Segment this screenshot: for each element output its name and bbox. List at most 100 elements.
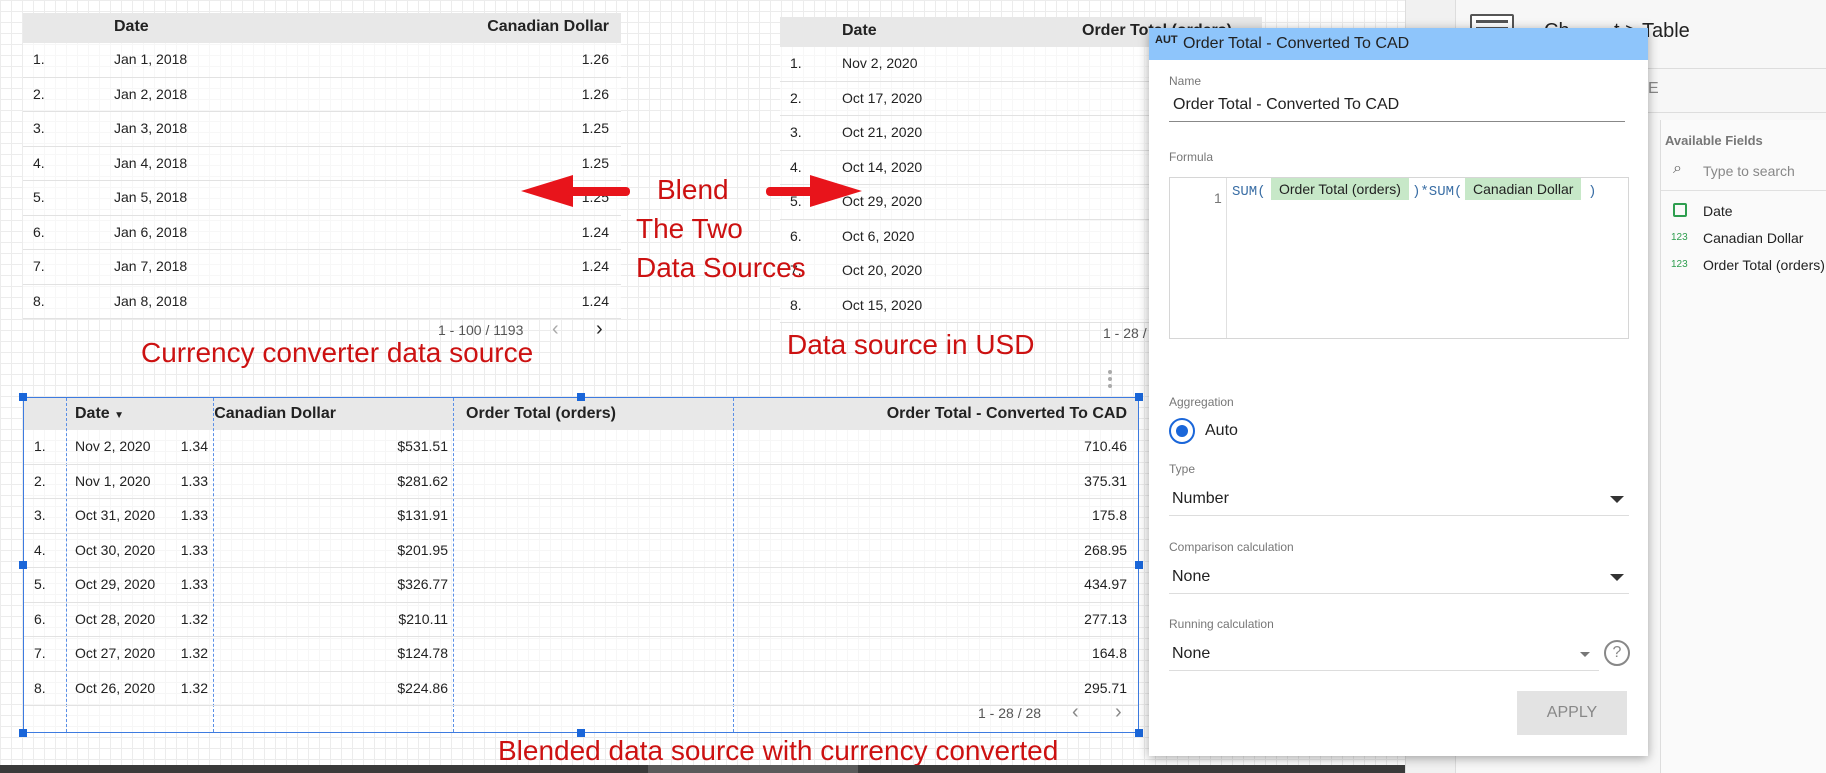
cell-canadian-dollar: 1.33 xyxy=(180,507,208,523)
table-row[interactable]: 8. Jan 8, 2018 1.24 xyxy=(23,284,621,319)
bottom-scrollbar[interactable] xyxy=(0,765,1405,773)
formula-editor[interactable]: 1 SUM( Order Total (orders) )*SUM( Canad… xyxy=(1169,177,1629,339)
field-chip-order-total[interactable]: Order Total (orders) xyxy=(1271,178,1409,200)
cell-date: Jan 1, 2018 xyxy=(114,51,188,67)
cell-order-total: $210.11 xyxy=(398,610,448,627)
annotation-the-two: The Two xyxy=(636,213,743,244)
cell-order-total: $326.77 xyxy=(397,576,448,592)
field-item-date[interactable]: Date xyxy=(1661,200,1826,224)
cell-converted: 295.71 xyxy=(1084,679,1127,696)
chevron-down-icon xyxy=(1610,574,1624,581)
sort-desc-icon[interactable]: ▼ xyxy=(114,410,124,421)
resize-handle[interactable] xyxy=(19,729,27,737)
table-row[interactable]: 3. Jan 3, 2018 1.25 xyxy=(23,112,621,147)
aggregation-auto-radio[interactable] xyxy=(1169,418,1195,444)
cell-converted: 710.46 xyxy=(1084,438,1127,454)
field-item-canadian-dollar[interactable]: 123 Canadian Dollar xyxy=(1661,227,1826,251)
cell-canadian-dollar: 1.26 xyxy=(581,85,609,102)
table-row[interactable]: 1. Nov 2, 2020 1.34 $531.51 710.46 xyxy=(24,430,1138,465)
chevron-down-icon xyxy=(1610,496,1624,503)
field-item-order-total[interactable]: 123 Order Total (orders) xyxy=(1661,254,1826,278)
column-header-date[interactable]: Date ▼ xyxy=(75,405,124,423)
chevron-right-icon[interactable]: › xyxy=(1115,701,1122,724)
chevron-left-icon[interactable]: ‹ xyxy=(552,318,559,341)
cell-date: Oct 26, 2020 xyxy=(75,679,156,696)
resize-handle[interactable] xyxy=(577,393,585,401)
running-select[interactable]: None xyxy=(1169,635,1599,671)
blended-table[interactable]: Date ▼ Canadian Dollar Order Total (orde… xyxy=(23,397,1139,733)
resize-handle[interactable] xyxy=(577,729,585,737)
column-header-date[interactable]: Date xyxy=(114,18,149,36)
cell-date: Jan 2, 2018 xyxy=(114,85,188,102)
chevron-left-icon[interactable]: ‹ xyxy=(1072,701,1079,724)
table-row[interactable]: 7. Oct 27, 2020 1.32 $124.78 164.8 xyxy=(24,637,1138,672)
column-header-order-total[interactable]: Order Total (orders) xyxy=(466,405,616,423)
aggregation-value: Auto xyxy=(1205,422,1238,439)
field-search-input[interactable]: Type to search xyxy=(1703,163,1795,179)
currency-table[interactable]: Date Canadian Dollar 1. Jan 1, 2018 1.26 2.… xyxy=(23,13,621,319)
row-number: 2. xyxy=(790,89,802,106)
row-number: 8. xyxy=(34,679,46,696)
apply-button[interactable]: APPLY xyxy=(1517,691,1627,735)
type-select[interactable]: Number xyxy=(1169,480,1629,516)
more-vert-icon[interactable] xyxy=(1107,369,1113,389)
calculated-field-dialog: AUT Order Total - Converted To CAD Name … xyxy=(1149,28,1648,756)
table-row[interactable]: 5. Oct 29, 2020 1.33 $326.77 434.97 xyxy=(24,568,1138,603)
cell-date: Oct 28, 2020 xyxy=(75,610,156,627)
table-row[interactable]: 6. Oct 28, 2020 1.32 $210.11 277.13 xyxy=(24,603,1138,637)
cell-canadian-dollar: 1.24 xyxy=(581,223,609,240)
cell-date: Jan 7, 2018 xyxy=(114,258,188,274)
blended-pager: 1 - 28 / 28 ‹ › xyxy=(978,701,1122,723)
table-row[interactable]: 3. Oct 31, 2020 1.33 $131.91 175.8 xyxy=(24,499,1138,534)
cell-date: Oct 29, 2020 xyxy=(75,576,156,592)
comparison-label: Comparison calculation xyxy=(1169,540,1294,554)
table-row[interactable]: 1. Jan 1, 2018 1.26 xyxy=(23,43,621,78)
column-header-date[interactable]: Date xyxy=(842,22,877,40)
cell-order-total: $201.95 xyxy=(397,541,448,558)
column-header-canadian-dollar[interactable]: Canadian Dollar xyxy=(214,405,336,423)
resize-handle[interactable] xyxy=(1135,393,1143,401)
cell-date: Oct 30, 2020 xyxy=(75,541,156,558)
cell-date: Jan 5, 2018 xyxy=(114,189,188,205)
cell-canadian-dollar: 1.33 xyxy=(180,541,208,558)
resize-handle[interactable] xyxy=(19,393,27,401)
field-chip-canadian-dollar[interactable]: Canadian Dollar xyxy=(1465,178,1582,200)
formula-close-paren: ) xyxy=(1588,184,1597,200)
column-header-converted[interactable]: Order Total - Converted To CAD xyxy=(887,405,1127,423)
table-row[interactable]: 7. Jan 7, 2018 1.24 xyxy=(23,250,621,285)
dialog-title: Order Total - Converted To CAD xyxy=(1183,35,1410,52)
cell-canadian-dollar: 1.24 xyxy=(581,258,609,274)
dialog-header: AUT Order Total - Converted To CAD xyxy=(1149,28,1648,60)
cell-converted: 175.8 xyxy=(1091,507,1127,523)
table-row[interactable]: 6. Jan 6, 2018 1.24 xyxy=(23,215,621,250)
comparison-select[interactable]: None xyxy=(1169,558,1629,594)
cell-date: Nov 2, 2020 xyxy=(75,438,151,454)
cell-date: Oct 17, 2020 xyxy=(842,89,923,106)
table-row[interactable]: 8. Oct 26, 2020 1.32 $224.86 295.71 xyxy=(24,672,1138,706)
table2-pager: 1 - 28 / xyxy=(1103,325,1147,341)
table-row[interactable]: 2. Jan 2, 2018 1.26 xyxy=(23,77,621,112)
tab-style[interactable]: E xyxy=(1648,80,1659,98)
table-row[interactable]: 2. Nov 1, 2020 1.33 $281.62 375.31 xyxy=(24,465,1138,499)
resize-handle[interactable] xyxy=(19,561,27,569)
cell-canadian-dollar: 1.32 xyxy=(180,645,208,661)
name-input[interactable]: Order Total - Converted To CAD xyxy=(1173,96,1399,114)
column-header-canadian-dollar[interactable]: Canadian Dollar xyxy=(487,18,609,36)
formula-operator: )*SUM( xyxy=(1412,184,1463,200)
cell-date: Oct 15, 2020 xyxy=(842,296,923,313)
row-number: 3. xyxy=(34,507,46,523)
chevron-right-icon[interactable]: › xyxy=(596,318,603,341)
running-label: Running calculation xyxy=(1169,617,1274,631)
resize-handle[interactable] xyxy=(1135,729,1143,737)
resize-handle[interactable] xyxy=(1135,561,1143,569)
row-number: 1. xyxy=(33,51,45,67)
help-icon[interactable]: ? xyxy=(1604,640,1630,666)
search-icon: ⌕ xyxy=(1673,160,1682,177)
table-row[interactable]: 4. Oct 30, 2020 1.33 $201.95 268.95 xyxy=(24,534,1138,568)
aut-badge: AUT xyxy=(1155,34,1178,46)
name-label: Name xyxy=(1169,74,1202,88)
available-fields-title: Available Fields xyxy=(1665,133,1763,148)
annotation-blended-source: Blended data source with currency conver… xyxy=(498,735,1059,766)
cell-canadian-dollar: 1.34 xyxy=(180,438,208,454)
row-number: 6. xyxy=(790,227,802,244)
